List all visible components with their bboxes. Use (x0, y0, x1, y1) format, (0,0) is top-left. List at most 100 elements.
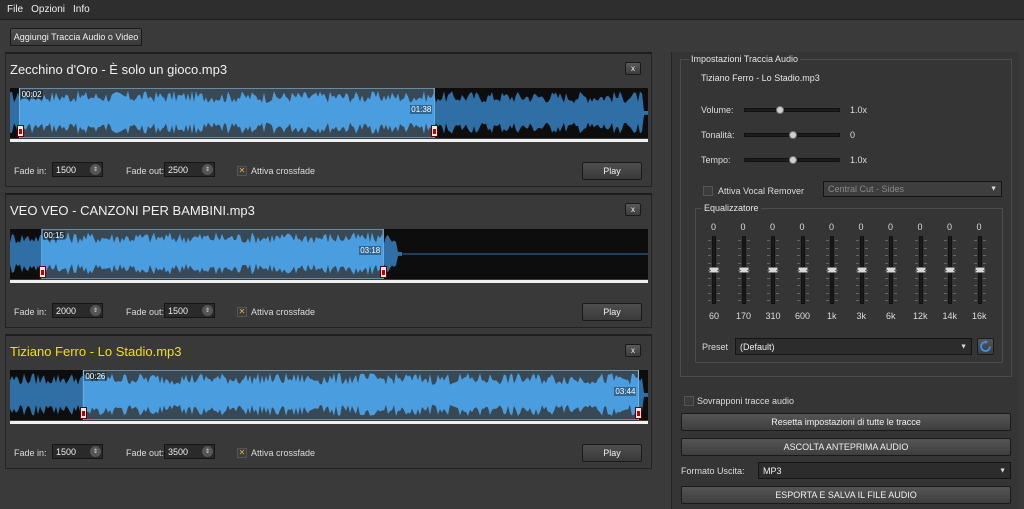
reset-all-button[interactable]: Resetta impostazioni di tutte le tracce (681, 413, 1011, 431)
timeline-bar (10, 139, 648, 142)
eq-tick (805, 277, 809, 279)
remove-track-button[interactable]: x (625, 344, 641, 357)
volume-slider[interactable] (744, 106, 840, 114)
eq-tick (835, 240, 838, 241)
fade-out-input[interactable]: 1500 ⇕ (164, 303, 215, 318)
eq-tick (737, 292, 741, 294)
eq-tick (982, 247, 986, 249)
crossfade-checkbox[interactable]: ✕ (237, 448, 247, 458)
play-button[interactable]: Play (582, 444, 642, 462)
eq-tick (855, 262, 859, 264)
menu-options[interactable]: Opzioni (31, 4, 65, 15)
add-track-button[interactable]: Aggiungi Traccia Audio o Video (10, 28, 142, 46)
vocal-remover-mode-select[interactable]: Central Cut - Sides ▼ (823, 181, 1002, 197)
volume-knob[interactable] (775, 106, 784, 114)
menu-info[interactable]: Info (73, 4, 90, 15)
fade-out-value: 1500 (168, 305, 189, 316)
spin-arrows-icon[interactable]: ⇕ (202, 305, 213, 316)
eq-tick (767, 262, 770, 264)
tempo-knob[interactable] (789, 156, 797, 164)
eq-tick (737, 262, 741, 264)
end-handle[interactable] (431, 125, 439, 137)
overlap-checkbox[interactable] (684, 396, 694, 406)
spin-arrows-icon[interactable]: ⇕ (90, 164, 101, 175)
eq-tick (767, 270, 770, 271)
eq-tick (826, 285, 829, 286)
start-handle[interactable] (80, 407, 88, 419)
fade-in-input[interactable]: 2000 ⇕ (52, 303, 103, 318)
start-handle[interactable] (38, 266, 46, 278)
pitch-value: 0 (850, 130, 856, 140)
end-time-label: 01:38 (410, 105, 433, 114)
eq-band-frequency: 16k (972, 311, 987, 321)
waveform[interactable]: 00:15 03:18 (10, 229, 648, 279)
eq-tick (982, 285, 986, 286)
pitch-slider[interactable] (744, 131, 840, 139)
crossfade-label: Attiva crossfade (251, 166, 316, 176)
spin-arrows-icon[interactable]: ⇕ (202, 164, 213, 175)
preview-audio-button[interactable]: ASCOLTA ANTEPRIMA AUDIO (681, 438, 1011, 456)
crossfade-checkbox[interactable]: ✕ (237, 166, 247, 176)
eq-tick (746, 292, 750, 294)
crossfade-checkbox[interactable]: ✕ (237, 307, 247, 317)
track-title: Zecchino d'Oro - È solo un gioco.mp3 (10, 62, 228, 77)
eq-tick (923, 277, 927, 279)
spin-arrows-icon[interactable]: ⇕ (202, 446, 213, 457)
play-button[interactable]: Play (582, 303, 642, 321)
spin-arrows-icon[interactable]: ⇕ (90, 446, 101, 457)
end-time-label: 03:18 (359, 246, 382, 255)
fade-in-input[interactable]: 1500 ⇕ (52, 444, 103, 459)
eq-tick (717, 277, 720, 279)
eq-tick (776, 270, 779, 271)
eq-tick (737, 270, 741, 271)
eq-band-frequency: 12k (913, 311, 928, 321)
eq-tick (855, 270, 859, 271)
eq-tick (944, 262, 947, 264)
play-button[interactable]: Play (582, 162, 642, 180)
eq-tick (737, 300, 741, 301)
eq-tick (864, 285, 868, 286)
output-format-select[interactable]: MP3 ▼ (758, 462, 1011, 479)
eq-tick (982, 300, 986, 301)
fade-in-input[interactable]: 1500 ⇕ (52, 162, 103, 177)
eq-tick (855, 247, 859, 249)
pitch-knob[interactable] (789, 131, 797, 139)
eq-tick (826, 240, 829, 241)
spin-arrows-icon[interactable]: ⇕ (90, 305, 101, 316)
eq-tick (953, 277, 956, 279)
end-handle[interactable] (635, 407, 643, 419)
eq-tick (805, 262, 809, 264)
export-audio-button[interactable]: ESPORTA E SALVA IL FILE AUDIO (681, 486, 1011, 504)
eq-tick (746, 247, 750, 249)
eq-tick (982, 255, 986, 256)
waveform[interactable]: 00:26 03:44 (10, 370, 648, 420)
fade-out-input[interactable]: 3500 ⇕ (164, 444, 215, 459)
eq-tick (914, 292, 918, 294)
reset-preset-button[interactable] (977, 338, 994, 355)
fade-out-input[interactable]: 2500 ⇕ (164, 162, 215, 177)
eq-tick (776, 247, 779, 249)
tempo-slider[interactable] (744, 156, 840, 164)
eq-tick (914, 285, 918, 286)
eq-tick (717, 247, 720, 249)
vocal-remover-checkbox[interactable] (703, 186, 713, 196)
eq-tick (914, 262, 918, 264)
eq-tick (864, 255, 868, 256)
menu-file[interactable]: File (7, 4, 23, 15)
eq-tick (923, 300, 927, 301)
eq-tick (835, 270, 838, 271)
eq-tick (973, 300, 977, 301)
remove-track-button[interactable]: x (625, 62, 641, 75)
eq-tick (767, 240, 770, 241)
eq-tick (914, 247, 918, 249)
eq-tick (855, 255, 859, 256)
end-handle[interactable] (380, 266, 388, 278)
eq-tick (973, 240, 977, 241)
eq-tick (982, 240, 986, 241)
waveform[interactable]: 00:02 01:38 (10, 88, 648, 138)
eq-tick (953, 262, 956, 264)
start-handle[interactable] (16, 125, 24, 137)
remove-track-button[interactable]: x (625, 203, 641, 216)
preset-select[interactable]: (Default) ▼ (735, 338, 972, 355)
eq-tick (894, 240, 897, 241)
